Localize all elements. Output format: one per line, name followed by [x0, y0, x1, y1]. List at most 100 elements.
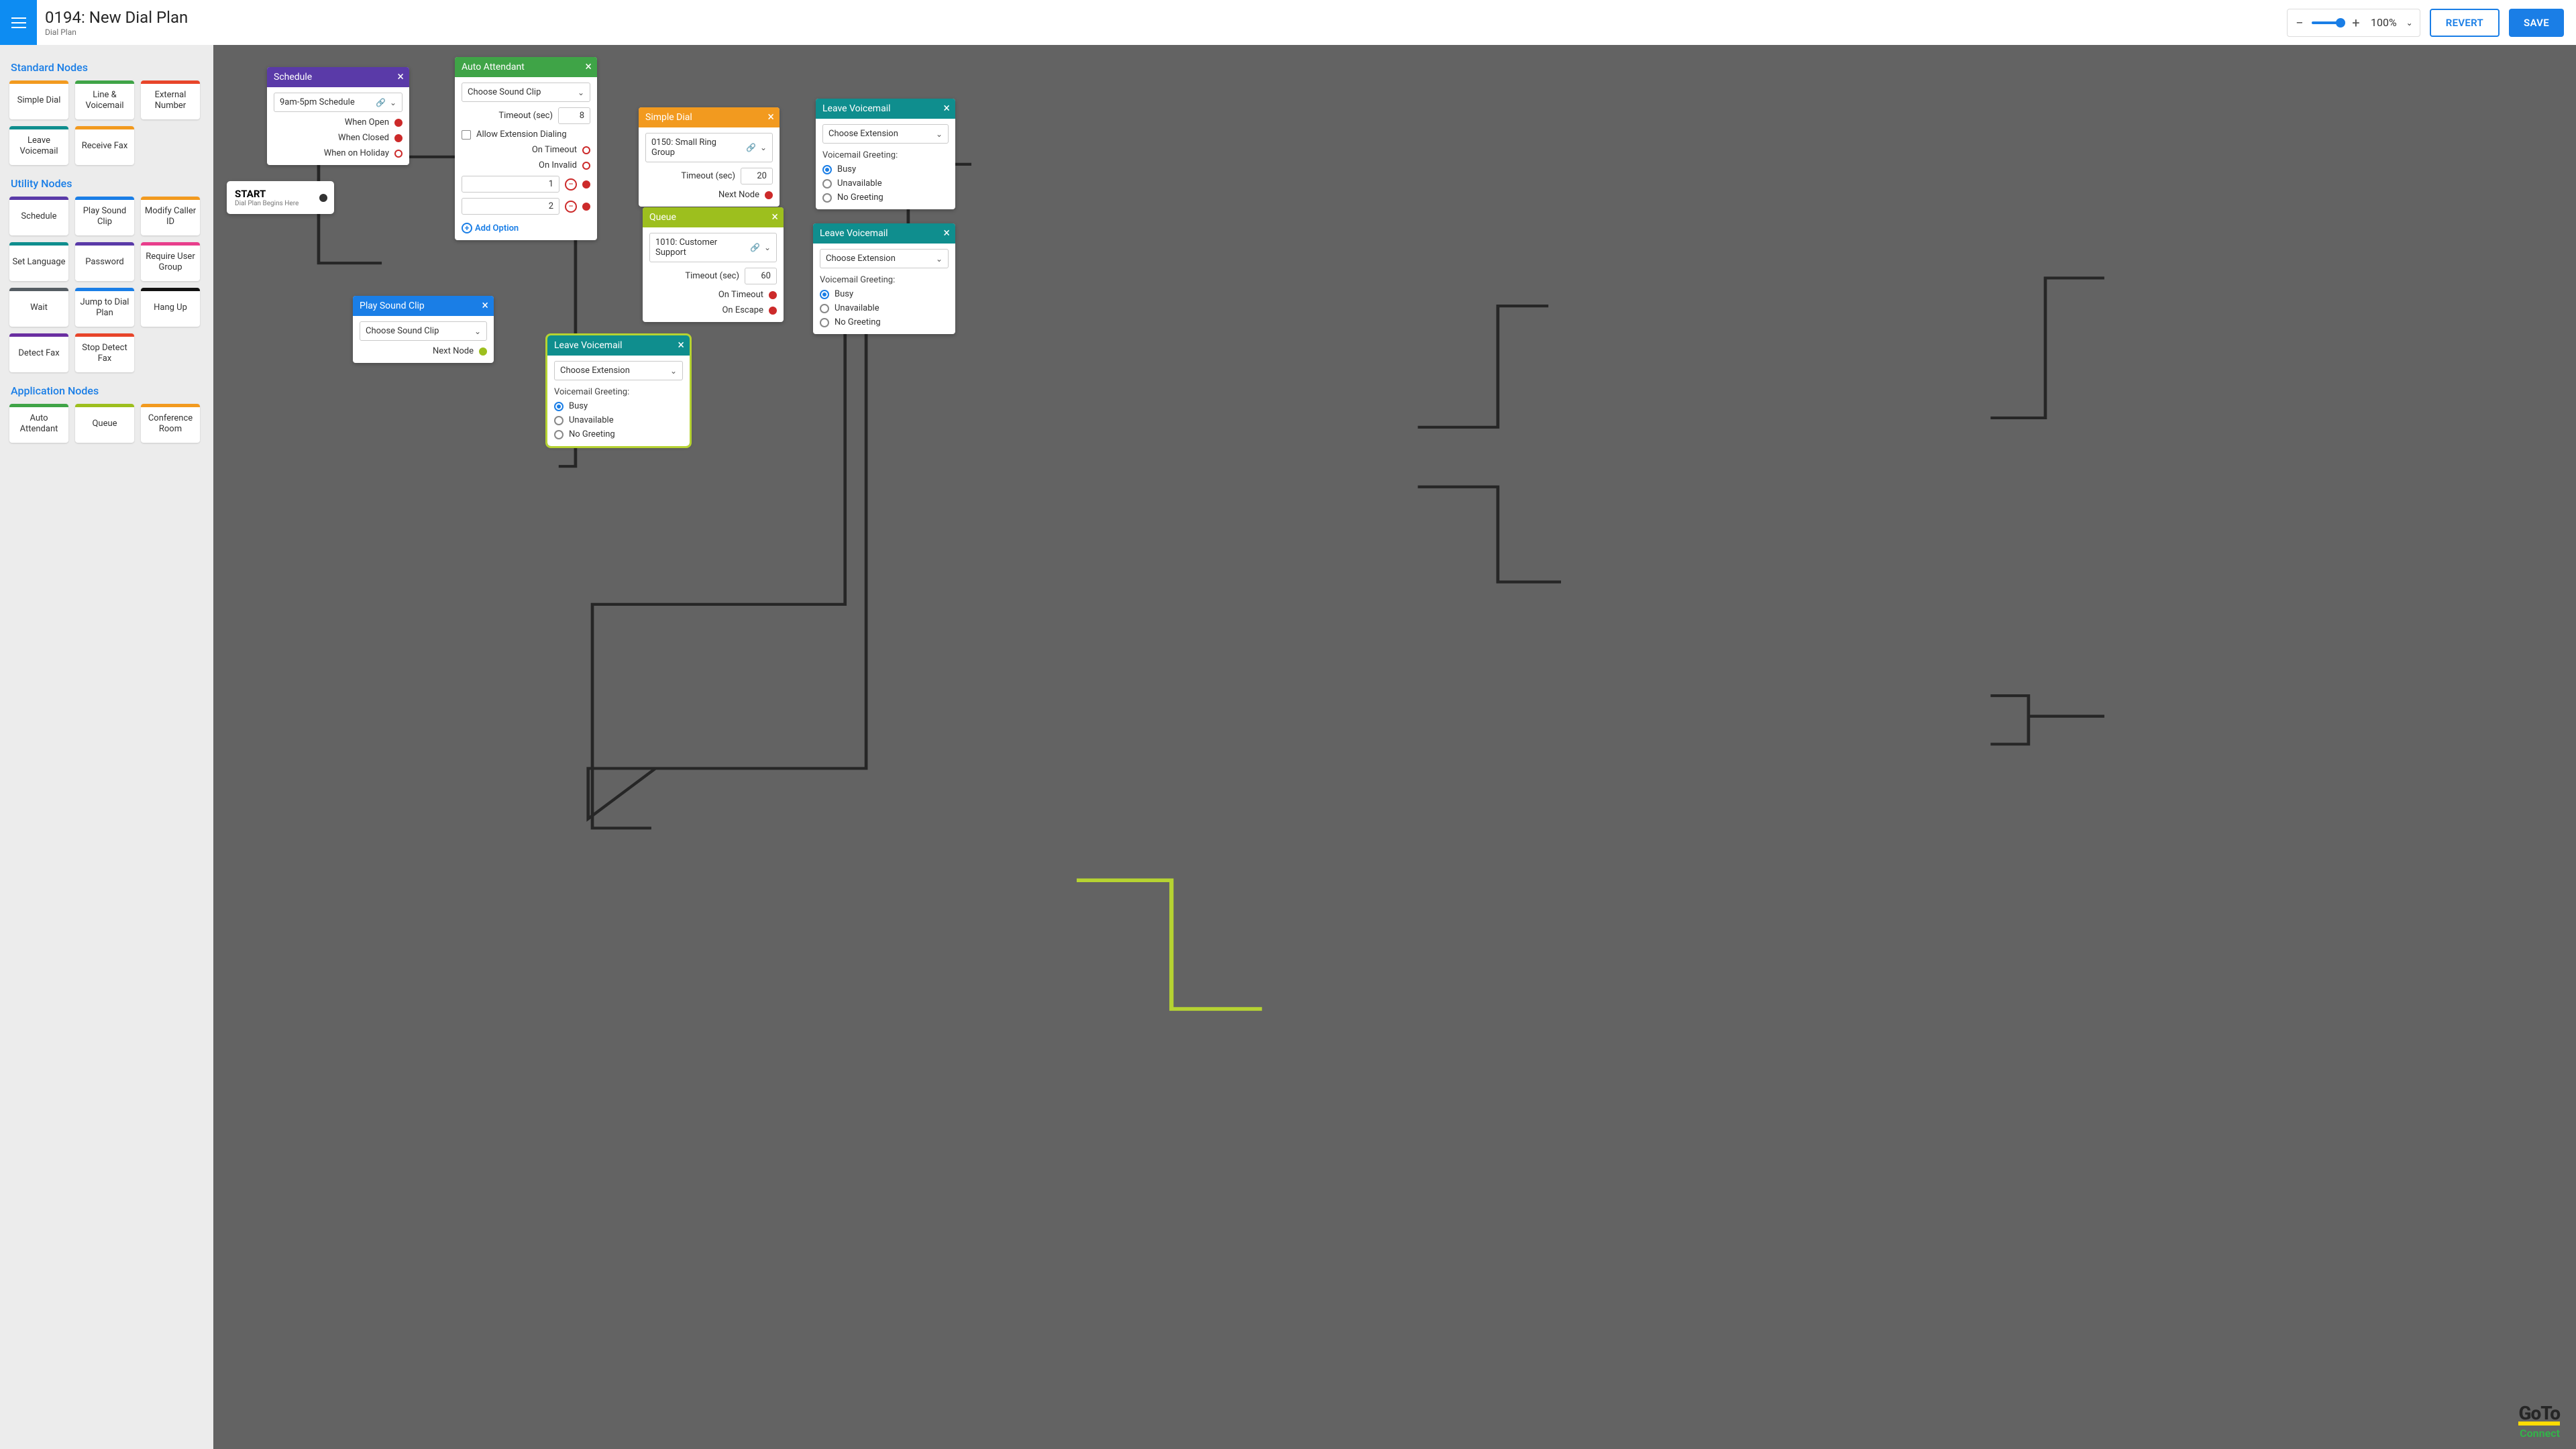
- zoom-in-button[interactable]: +: [2351, 15, 2361, 31]
- palette-item[interactable]: Auto Attendant: [9, 404, 68, 443]
- palette-item[interactable]: Conference Room: [141, 404, 200, 443]
- palette-item[interactable]: External Number: [141, 80, 200, 119]
- zoom-chevron-icon[interactable]: ⌄: [2406, 18, 2413, 28]
- close-icon[interactable]: ×: [482, 300, 488, 312]
- save-button[interactable]: SAVE: [2509, 9, 2564, 37]
- flow-canvas[interactable]: START Dial Plan Begins Here Schedule × 9…: [213, 45, 2576, 1449]
- auto-attendant-node[interactable]: Auto Attendant × Choose Sound Clip ⌄ Tim…: [455, 57, 597, 240]
- play-title: Play Sound Clip: [360, 301, 425, 311]
- page-subtitle: Dial Plan: [45, 28, 188, 37]
- palette-item[interactable]: Detect Fax: [9, 333, 68, 372]
- queue-node[interactable]: Queue × 1010: Customer Support 🔗 ⌄ Timeo…: [643, 207, 784, 322]
- zoom-out-button[interactable]: −: [2294, 15, 2305, 31]
- auto-opt2-input[interactable]: 2: [462, 198, 559, 215]
- section-app: Application Nodes: [11, 384, 204, 397]
- port-next[interactable]: [765, 191, 773, 199]
- vm-ext-select[interactable]: Choose Extension ⌄: [822, 124, 949, 144]
- vm-radio-unavailable[interactable]: Unavailable: [822, 178, 949, 189]
- section-utility: Utility Nodes: [11, 177, 204, 190]
- leave-voicemail-node-1[interactable]: Leave Voicemail × Choose Extension ⌄ Voi…: [816, 99, 955, 209]
- revert-button[interactable]: REVERT: [2430, 9, 2500, 37]
- auto-title: Auto Attendant: [462, 62, 525, 72]
- palette-item[interactable]: Play Sound Clip: [75, 197, 134, 235]
- chevron-down-icon: ⌄: [474, 327, 481, 336]
- vm-radio-nogreeting[interactable]: No Greeting: [822, 193, 949, 203]
- page-title: 0194: New Dial Plan: [45, 8, 188, 27]
- palette-item[interactable]: Simple Dial: [9, 80, 68, 119]
- app-header: 0194: New Dial Plan Dial Plan − + 100% ⌄…: [0, 0, 2576, 45]
- leave-voicemail-node-2[interactable]: Leave Voicemail × Choose Extension ⌄ Voi…: [813, 223, 955, 334]
- auto-opt1-input[interactable]: 1: [462, 176, 559, 193]
- queue-timeout-input[interactable]: 60: [745, 268, 777, 284]
- vm-radio-busy[interactable]: Busy: [820, 289, 949, 299]
- simple-title: Simple Dial: [645, 112, 692, 123]
- hamburger-icon: [11, 17, 26, 28]
- vm-radio-nogreeting[interactable]: No Greeting: [820, 317, 949, 327]
- port-on-timeout[interactable]: [582, 146, 590, 154]
- palette-item[interactable]: Schedule: [9, 197, 68, 235]
- port-on-invalid[interactable]: [582, 162, 590, 170]
- auto-sound-select[interactable]: Choose Sound Clip ⌄: [462, 83, 590, 102]
- close-icon[interactable]: ×: [943, 227, 950, 239]
- port-when-holiday[interactable]: [394, 150, 402, 158]
- remove-option-icon[interactable]: −: [565, 201, 577, 213]
- allow-ext-checkbox[interactable]: [462, 130, 471, 140]
- close-icon[interactable]: ×: [943, 103, 950, 115]
- palette-item[interactable]: Require User Group: [141, 242, 200, 281]
- palette-item[interactable]: Modify Caller ID: [141, 197, 200, 235]
- menu-button[interactable]: [0, 0, 37, 45]
- close-icon[interactable]: ×: [767, 111, 774, 123]
- close-icon[interactable]: ×: [771, 211, 778, 223]
- auto-timeout-input[interactable]: 8: [558, 107, 590, 124]
- palette-item[interactable]: Jump to Dial Plan: [75, 288, 134, 327]
- port-when-closed[interactable]: [394, 134, 402, 142]
- play-select[interactable]: Choose Sound Clip ⌄: [360, 321, 487, 341]
- palette-item[interactable]: Stop Detect Fax: [75, 333, 134, 372]
- chevron-down-icon: ⌄: [936, 129, 943, 139]
- schedule-node[interactable]: Schedule × 9am-5pm Schedule 🔗 ⌄ When Ope…: [267, 67, 409, 165]
- port-opt1[interactable]: [582, 180, 590, 189]
- vm-radio-nogreeting[interactable]: No Greeting: [554, 429, 683, 439]
- port-next[interactable]: [479, 347, 487, 356]
- palette-item[interactable]: Hang Up: [141, 288, 200, 327]
- simple-dial-node[interactable]: Simple Dial × 0150: Small Ring Group 🔗 ⌄…: [639, 107, 780, 207]
- vm-radio-busy[interactable]: Busy: [554, 401, 683, 411]
- start-subtitle: Dial Plan Begins Here: [235, 200, 311, 207]
- remove-option-icon[interactable]: −: [565, 178, 577, 191]
- palette-item[interactable]: Queue: [75, 404, 134, 443]
- schedule-select[interactable]: 9am-5pm Schedule 🔗 ⌄: [274, 93, 402, 112]
- vm-radio-unavailable[interactable]: Unavailable: [820, 303, 949, 313]
- palette-item[interactable]: Receive Fax: [75, 126, 134, 165]
- palette-item[interactable]: Line & Voicemail: [75, 80, 134, 119]
- simple-select[interactable]: 0150: Small Ring Group 🔗 ⌄: [645, 133, 773, 162]
- queue-title: Queue: [649, 212, 676, 223]
- start-title: START: [235, 188, 311, 200]
- start-node[interactable]: START Dial Plan Begins Here: [227, 181, 334, 214]
- play-sound-node[interactable]: Play Sound Clip × Choose Sound Clip ⌄ Ne…: [353, 296, 494, 363]
- simple-timeout-input[interactable]: 20: [741, 168, 773, 184]
- queue-select[interactable]: 1010: Customer Support 🔗 ⌄: [649, 233, 777, 262]
- chevron-down-icon: ⌄: [578, 88, 584, 97]
- goto-connect-logo: GoTo Connect: [2518, 1402, 2560, 1440]
- port-opt2[interactable]: [582, 203, 590, 211]
- palette-item[interactable]: Password: [75, 242, 134, 281]
- leave-voicemail-node-selected[interactable]: Leave Voicemail × Choose Extension ⌄ Voi…: [547, 335, 690, 446]
- zoom-handle[interactable]: [2336, 18, 2345, 28]
- palette-item[interactable]: Set Language: [9, 242, 68, 281]
- add-option-button[interactable]: + Add Option: [462, 223, 590, 233]
- chevron-down-icon: ⌄: [390, 98, 396, 107]
- zoom-slider[interactable]: [2312, 21, 2344, 24]
- port-on-timeout[interactable]: [769, 291, 777, 299]
- vm-ext-select[interactable]: Choose Extension ⌄: [820, 249, 949, 268]
- palette-item[interactable]: Leave Voicemail: [9, 126, 68, 165]
- port-when-open[interactable]: [394, 119, 402, 127]
- vm-ext-select[interactable]: Choose Extension ⌄: [554, 361, 683, 380]
- close-icon[interactable]: ×: [585, 61, 592, 73]
- port-on-escape[interactable]: [769, 307, 777, 315]
- start-out-port[interactable]: [319, 194, 327, 202]
- close-icon[interactable]: ×: [678, 339, 684, 352]
- vm-radio-busy[interactable]: Busy: [822, 164, 949, 174]
- close-icon[interactable]: ×: [397, 71, 404, 83]
- vm-radio-unavailable[interactable]: Unavailable: [554, 415, 683, 425]
- palette-item[interactable]: Wait: [9, 288, 68, 327]
